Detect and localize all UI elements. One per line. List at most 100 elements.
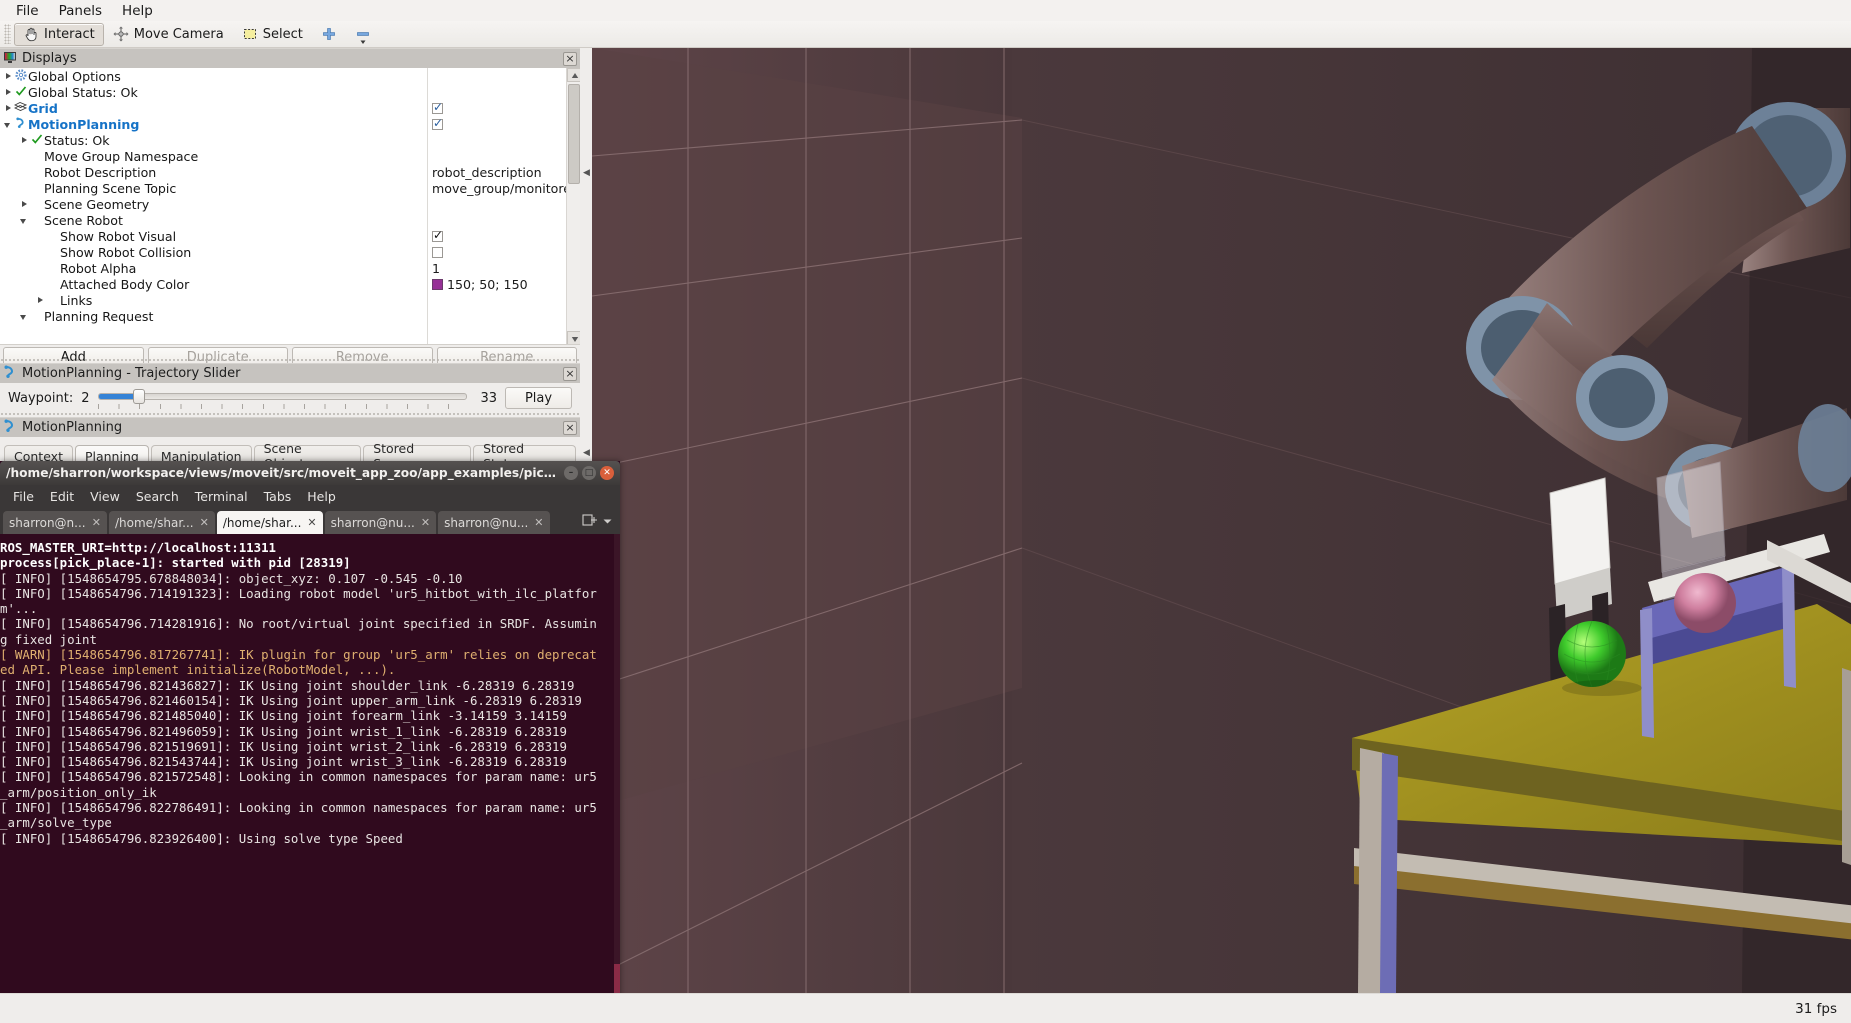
collapse-left-arrow-icon[interactable]: ◀ xyxy=(583,168,590,178)
displays-tree-row-checkbox[interactable] xyxy=(432,116,443,130)
displays-tree-row-checkbox[interactable] xyxy=(432,228,443,242)
displays-tree-row[interactable]: Move Group Namespace xyxy=(0,148,565,164)
play-button[interactable]: Play xyxy=(505,387,572,409)
terminal-line: _arm/position_only_ik xyxy=(0,784,157,800)
tree-expand-arrow-icon[interactable] xyxy=(4,72,13,81)
scrollbar-thumb[interactable] xyxy=(568,84,580,184)
displays-tree-scrollbar[interactable] xyxy=(566,68,580,344)
terminal-menu-search[interactable]: Search xyxy=(128,489,187,504)
displays-tree-row-checkbox[interactable] xyxy=(432,246,443,258)
chevron-down-icon[interactable] xyxy=(603,515,612,530)
displays-tree-row[interactable]: Grid xyxy=(0,100,565,116)
displays-tree-row-label: Robot Description xyxy=(44,164,157,180)
tree-expand-arrow-icon[interactable] xyxy=(4,88,13,97)
displays-tree-row[interactable]: Show Robot Visual xyxy=(0,228,565,244)
displays-tree-row[interactable]: Robot Description robot_description xyxy=(0,164,565,180)
displays-tree-row-checkbox[interactable] xyxy=(432,100,443,114)
displays-tree[interactable]: Global OptionsGlobal Status: OkGridMotio… xyxy=(0,68,580,345)
displays-tree-row[interactable]: Planning Scene Topic move_group/monitore. xyxy=(0,180,575,196)
displays-tree-row[interactable]: Robot Alpha 1 xyxy=(0,260,565,276)
displays-tree-row[interactable]: Global Status: Ok xyxy=(0,84,565,100)
terminal-output[interactable]: ROS_MASTER_URI=http://localhost:11311 pro… xyxy=(0,534,620,1023)
terminal-tab[interactable]: sharron@n... ✕ xyxy=(3,511,107,534)
displays-tree-row-label: Planning Request xyxy=(44,308,154,324)
menu-item-file[interactable]: File xyxy=(6,1,49,21)
slider-track[interactable] xyxy=(97,393,467,400)
maximize-icon[interactable]: □ xyxy=(582,466,596,480)
terminal-tab[interactable]: /home/shar... ✕ xyxy=(109,511,215,534)
displays-tree-row[interactable]: Status: Ok xyxy=(0,132,565,148)
new-tab-icon[interactable] xyxy=(582,513,598,531)
terminal-menu-tabs[interactable]: Tabs xyxy=(256,489,300,504)
terminal-line: ROS_MASTER_URI=http://localhost:11311 xyxy=(0,540,277,555)
displays-tree-row[interactable]: MotionPlanning xyxy=(0,116,565,132)
terminal-menu-edit[interactable]: Edit xyxy=(42,489,82,504)
terminal-tab[interactable]: sharron@nu... ✕ xyxy=(438,511,550,534)
terminal-menu-file[interactable]: File xyxy=(5,489,42,504)
close-icon[interactable]: ✕ xyxy=(307,516,316,529)
remove-tool-button[interactable] xyxy=(346,23,380,46)
terminal-tab[interactable]: /home/shar... ✕ xyxy=(216,511,323,534)
tree-expand-arrow-icon xyxy=(36,248,45,257)
tree-expand-arrow-icon[interactable] xyxy=(4,120,13,129)
close-icon[interactable]: ✕ xyxy=(600,466,614,480)
trajectory-panel-titlebar: MotionPlanning - Trajectory Slider × xyxy=(0,363,580,383)
trajectory-panel-close-button[interactable]: × xyxy=(563,366,577,381)
terminal-scrollbar[interactable] xyxy=(614,534,620,1023)
displays-tree-row[interactable]: Global Options xyxy=(0,68,565,84)
tree-expand-arrow-icon xyxy=(36,280,45,289)
terminal-titlebar[interactable]: /home/sharron/workspace/views/moveit/src… xyxy=(0,461,620,485)
terminal-menu-terminal[interactable]: Terminal xyxy=(187,489,256,504)
terminal-tab[interactable]: sharron@nu... ✕ xyxy=(324,511,437,534)
scroll-down-button[interactable] xyxy=(567,331,580,344)
close-icon[interactable]: ✕ xyxy=(200,516,209,529)
displays-tree-row[interactable]: Planning Request xyxy=(0,308,565,324)
slider-thumb[interactable] xyxy=(132,389,145,404)
tree-expand-arrow-icon[interactable] xyxy=(20,200,29,209)
minimize-icon[interactable]: – xyxy=(564,466,578,480)
terminal-line: [ INFO] [1548654796.821485040]: IK Using… xyxy=(0,708,567,724)
displays-tree-row[interactable]: Scene Robot xyxy=(0,212,565,228)
motionplanning-panel-close-button[interactable]: × xyxy=(563,420,577,435)
move-camera-tool-button[interactable]: Move Camera xyxy=(104,23,233,46)
terminal-tab-label: sharron@n... xyxy=(9,515,86,530)
minus-icon xyxy=(355,26,371,44)
displays-panel-close-button[interactable]: × xyxy=(563,51,577,66)
displays-tree-row[interactable]: Attached Body Color 150; 50; 150 xyxy=(0,276,565,292)
terminal-window[interactable]: /home/sharron/workspace/views/moveit/src… xyxy=(0,461,620,1023)
terminal-line: [ INFO] [1548654795.678848034]: object_x… xyxy=(0,570,463,586)
add-tool-button[interactable] xyxy=(312,23,346,46)
color-swatch[interactable] xyxy=(432,278,443,290)
check-icon xyxy=(13,85,28,100)
displays-tree-row[interactable]: Show Robot Collision xyxy=(0,244,565,260)
tree-expand-arrow-icon[interactable] xyxy=(36,296,45,305)
terminal-menu-help[interactable]: Help xyxy=(299,489,344,504)
terminal-menu-view[interactable]: View xyxy=(82,489,128,504)
terminal-line: [ INFO] [1548654796.821543744]: IK Using… xyxy=(0,754,567,770)
displays-tree-row[interactable]: Scene Geometry xyxy=(0,196,565,212)
close-icon[interactable]: ✕ xyxy=(534,516,543,529)
displays-tree-row-value[interactable]: robot_description xyxy=(432,165,542,180)
select-tool-button[interactable]: Select xyxy=(233,23,312,46)
displays-tree-row-label: Status: Ok xyxy=(44,132,110,148)
interact-tool-button[interactable]: Interact xyxy=(14,22,104,46)
tree-expand-arrow-icon[interactable] xyxy=(20,136,29,145)
menu-item-panels[interactable]: Panels xyxy=(49,1,112,21)
scroll-up-button[interactable] xyxy=(567,68,580,82)
close-icon[interactable]: ✕ xyxy=(421,516,430,529)
displays-tree-row[interactable]: Links xyxy=(0,292,565,308)
terminal-tab-label: sharron@nu... xyxy=(330,515,415,530)
tree-expand-arrow-icon[interactable] xyxy=(4,104,13,113)
3d-viewport[interactable] xyxy=(592,48,1851,993)
tree-expand-arrow-icon[interactable] xyxy=(20,216,29,225)
expand-left-arrow-icon[interactable]: ◀ xyxy=(583,448,590,458)
displays-tree-row-value[interactable]: 150; 50; 150 xyxy=(447,277,528,292)
displays-tree-row-value[interactable]: move_group/monitore. xyxy=(432,181,575,196)
close-icon[interactable]: ✕ xyxy=(92,516,101,529)
menu-item-help[interactable]: Help xyxy=(112,1,163,21)
tree-expand-arrow-icon[interactable] xyxy=(20,312,29,321)
displays-tree-row-value[interactable]: 1 xyxy=(432,261,440,276)
displays-tree-row-label: Grid xyxy=(28,100,58,116)
toolbar-drag-handle[interactable] xyxy=(4,24,11,44)
waypoint-slider[interactable] xyxy=(97,387,467,409)
